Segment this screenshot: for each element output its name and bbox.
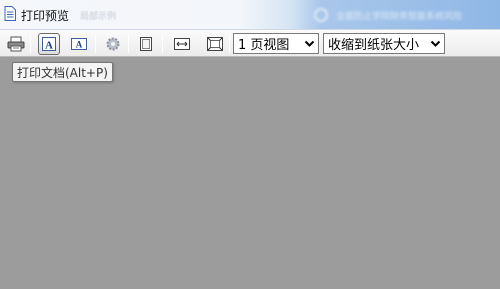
banner-text: 全面防止学院财务智能系统风险 [336,12,463,22]
svg-text:A: A [45,40,53,52]
letter-a-large-icon: A [42,37,56,52]
single-page-button[interactable] [135,33,157,55]
zoom-in-button[interactable]: A [38,33,60,55]
printer-icon [7,36,25,52]
toolbar: A A 1 页视图 收缩到纸张大小 [0,30,500,57]
document-icon [4,6,16,21]
blurred-banner: 全面防止学院财务智能系统风险 [300,4,500,26]
fit-width-icon [174,38,190,50]
chevron-down-icon [304,40,315,47]
print-button[interactable] [5,33,27,55]
blurred-title-text: 局部示例 [80,12,117,22]
fit-page-icon [207,37,223,51]
page-icon [140,37,152,51]
toolbar-separator [30,35,31,53]
page-view-select-value: 1 页视图 [238,38,290,53]
letter-a-small-icon: A [71,38,87,50]
page-view-select[interactable]: 1 页视图 [233,33,319,54]
page-setup-button[interactable] [102,33,124,55]
toolbar-separator [229,35,230,53]
zoom-out-button[interactable]: A [68,33,90,55]
gear-icon [106,37,120,51]
toolbar-separator [128,35,129,53]
window-title: 打印预览 [21,9,70,23]
banner-circle-icon [314,8,328,22]
toolbar-separator [162,35,163,53]
scale-select[interactable]: 收缩到纸张大小 [323,33,445,54]
scale-select-value: 收缩到纸张大小 [328,38,420,53]
fit-page-button[interactable] [204,33,226,55]
toolbar-separator [95,35,96,53]
fit-width-button[interactable] [171,33,193,55]
print-tooltip: 打印文档(Alt+P) [12,62,113,82]
chevron-down-icon [430,40,441,47]
title-bar: 打印预览 局部示例 全面防止学院财务智能系统风险 [0,0,500,30]
svg-text:A: A [76,40,83,50]
